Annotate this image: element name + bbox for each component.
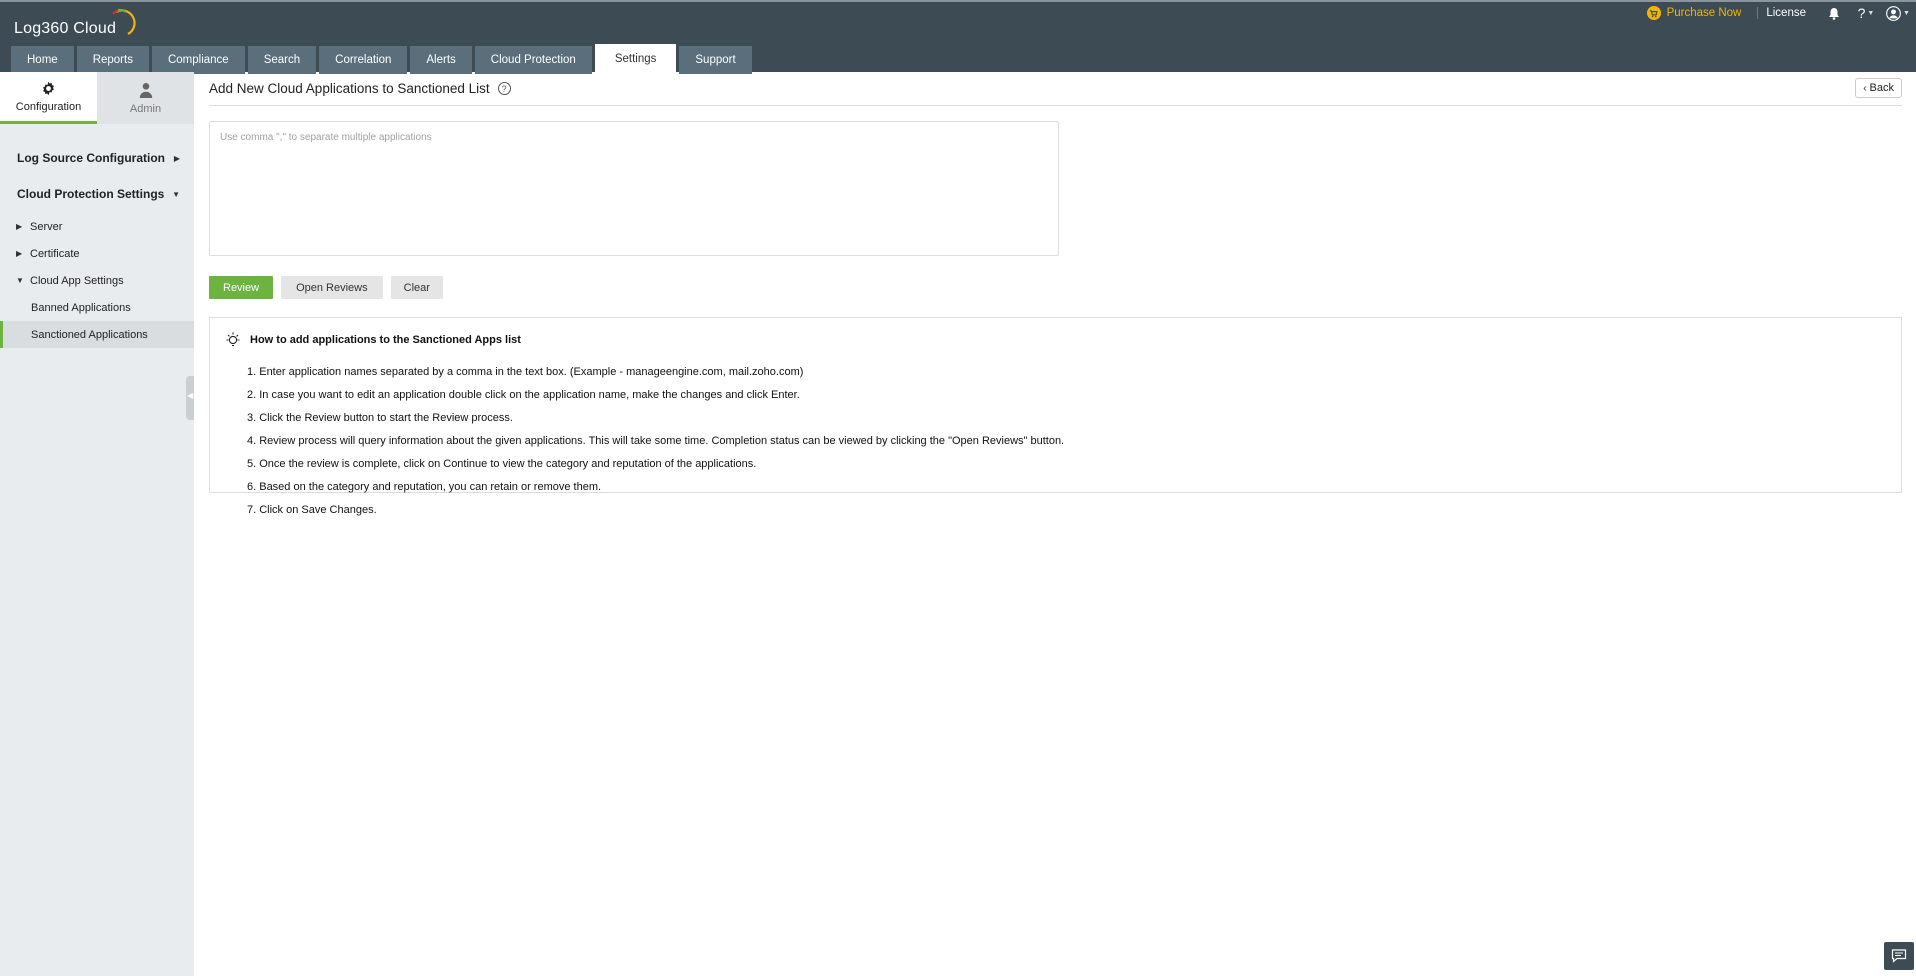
help-menu-button[interactable]: ? ▼ <box>1854 3 1878 23</box>
logo-text: Log360 Cloud <box>14 20 117 37</box>
chevron-down-icon: ▼ <box>1867 9 1875 17</box>
gear-icon <box>41 80 56 96</box>
sidebar-section-label: Log Source Configuration <box>17 151 165 165</box>
chevron-left-icon: ◀ <box>187 391 194 400</box>
caret-down-icon: ▼ <box>172 189 180 199</box>
caret-right-icon: ▶ <box>16 249 23 258</box>
sidebar-tab-admin[interactable]: Admin <box>97 72 194 124</box>
tab-cloud-protection[interactable]: Cloud Protection <box>474 46 592 74</box>
sidebar-collapse-handle[interactable]: ◀ <box>186 376 194 420</box>
main-nav: Home Reports Compliance Search Correlati… <box>11 44 755 74</box>
sidebar-item-certificate[interactable]: ▶ Certificate <box>0 240 194 267</box>
open-reviews-button[interactable]: Open Reviews <box>281 276 383 299</box>
list-item: 4. Review process will query information… <box>247 435 1065 448</box>
cart-icon <box>1646 6 1661 20</box>
list-item: 1. Enter application names separated by … <box>247 366 804 379</box>
user-circle-icon <box>1886 5 1901 21</box>
person-icon <box>139 82 153 98</box>
tab-reports[interactable]: Reports <box>76 46 149 74</box>
sidebar-tab-label: Admin <box>129 102 162 115</box>
chevron-left-icon: ‹ <box>1863 82 1867 94</box>
sidebar-item-label: Certificate <box>30 247 80 260</box>
tab-correlation[interactable]: Correlation <box>319 46 408 74</box>
bell-icon[interactable] <box>1822 3 1846 23</box>
chevron-down-icon: ▼ <box>1903 9 1910 17</box>
sidebar-section-label: Cloud Protection Settings <box>17 187 165 201</box>
help-label: ? <box>1857 5 1866 21</box>
sidebar-tabs: Configuration Admin <box>0 72 194 124</box>
page-title: Add New Cloud Applications to Sanctioned… <box>209 81 490 96</box>
logo-swirl-icon <box>112 8 136 35</box>
app-logo[interactable]: Log360 Cloud <box>14 8 136 38</box>
list-item: 3. Click the Review button to start the … <box>247 412 513 425</box>
caret-right-icon: ▶ <box>173 153 180 163</box>
caret-down-icon: ▼ <box>16 276 24 285</box>
sidebar-item-server[interactable]: ▶ Server <box>0 213 194 240</box>
page-header: Add New Cloud Applications to Sanctioned… <box>209 72 1902 106</box>
back-button[interactable]: ‹ Back <box>1855 78 1902 98</box>
main-content: Add New Cloud Applications to Sanctioned… <box>194 72 1916 976</box>
instructions-list: 1. Enter application names separated by … <box>247 361 1064 521</box>
purchase-now-label: Purchase Now <box>1666 7 1742 19</box>
help-icon[interactable]: ? <box>497 82 511 95</box>
purchase-now-link[interactable]: Purchase Now <box>1646 6 1750 20</box>
instructions-heading: How to add applications to the Sanctione… <box>250 334 521 346</box>
sidebar: Configuration Admin Log Source Configura… <box>0 72 194 976</box>
action-buttons: Review Open Reviews Clear <box>209 276 451 299</box>
sidebar-item-label: Cloud App Settings <box>30 274 124 287</box>
sidebar-section-log-source-configuration[interactable]: Log Source Configuration ▶ <box>0 143 194 173</box>
sidebar-tab-label: Configuration <box>15 101 82 113</box>
tab-search[interactable]: Search <box>247 46 317 74</box>
sidebar-section-cloud-protection-settings[interactable]: Cloud Protection Settings ▼ <box>0 179 194 209</box>
tab-support[interactable]: Support <box>679 46 752 74</box>
back-label: Back <box>1869 82 1894 94</box>
chat-icon <box>1891 949 1907 963</box>
tab-settings[interactable]: Settings <box>594 44 677 74</box>
tab-home[interactable]: Home <box>11 46 74 74</box>
top-right-toolbar: Purchase Now License ? ▼ ▼ <box>1646 2 1916 24</box>
instructions-panel: How to add applications to the Sanctione… <box>209 317 1902 516</box>
applications-input[interactable] <box>209 121 1059 256</box>
caret-right-icon: ▶ <box>16 222 23 231</box>
chat-button[interactable] <box>1884 942 1914 970</box>
tab-compliance[interactable]: Compliance <box>151 46 245 74</box>
review-button[interactable]: Review <box>209 276 274 299</box>
license-link[interactable]: License <box>1766 7 1822 19</box>
list-item: 6. Based on the category and reputation,… <box>247 480 602 493</box>
list-item: 2. In case you want to edit an applicati… <box>247 389 800 402</box>
lightbulb-icon <box>226 332 240 347</box>
sidebar-item-label: Server <box>30 220 63 233</box>
list-item: 7. Click on Save Changes. <box>247 503 377 516</box>
sidebar-item-sanctioned-applications[interactable]: Sanctioned Applications <box>0 321 194 348</box>
clear-button[interactable]: Clear <box>390 276 443 299</box>
sidebar-item-banned-applications[interactable]: Banned Applications <box>0 294 194 321</box>
sidebar-item-cloud-app-settings[interactable]: ▼ Cloud App Settings <box>0 267 194 294</box>
sidebar-tab-configuration[interactable]: Configuration <box>0 72 97 124</box>
instructions-heading-row: How to add applications to the Sanctione… <box>224 331 521 349</box>
divider <box>1757 7 1759 19</box>
list-item: 5. Once the review is complete, click on… <box>247 458 757 470</box>
app-header: Log360 Cloud Purchase Now License ? ▼ ▼ H… <box>0 0 1916 74</box>
tab-alerts[interactable]: Alerts <box>410 46 472 74</box>
user-menu-button[interactable]: ▼ <box>1886 3 1910 23</box>
